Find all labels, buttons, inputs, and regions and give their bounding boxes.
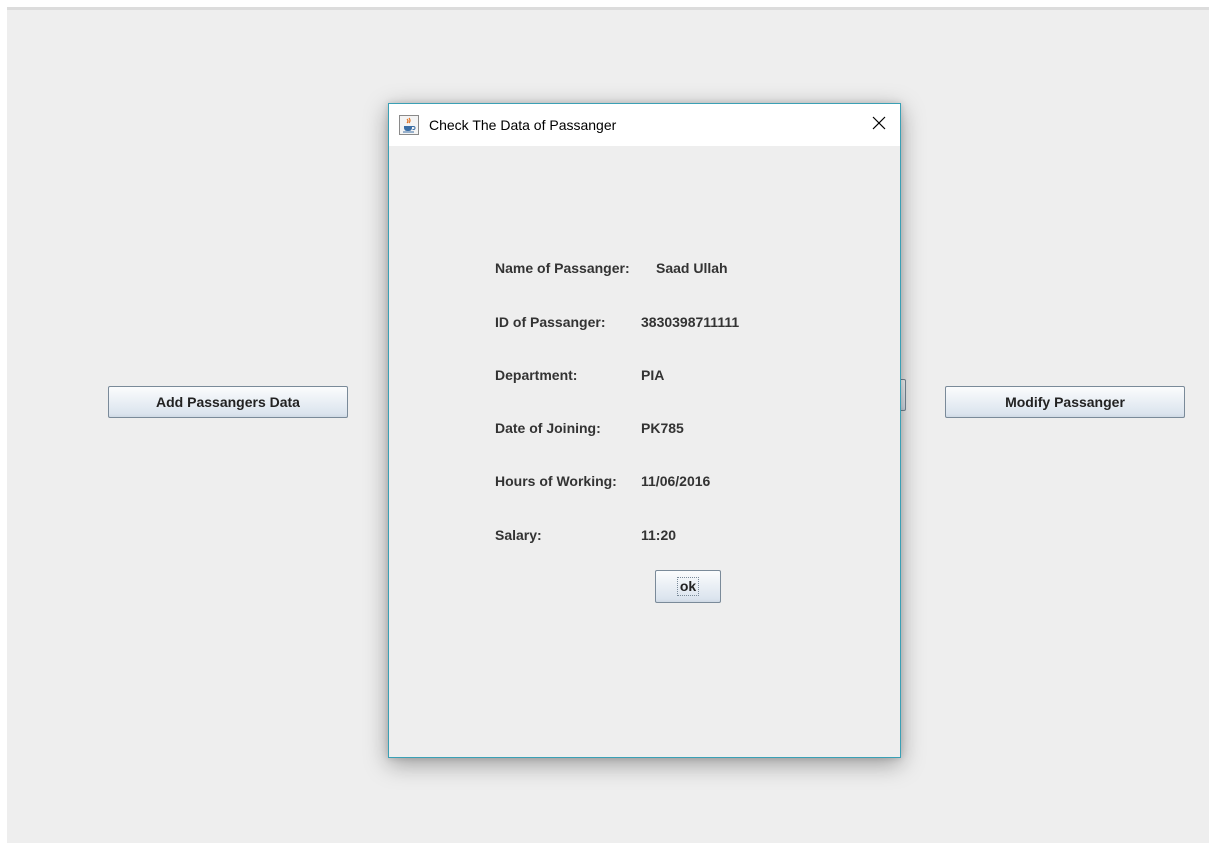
- label-hours-of-working: Hours of Working:: [495, 473, 617, 489]
- label-salary: Salary:: [495, 527, 542, 543]
- label-id: ID of Passanger:: [495, 314, 606, 330]
- dialog-title: Check The Data of Passanger: [429, 117, 617, 133]
- add-passangers-data-button[interactable]: Add Passangers Data: [108, 386, 348, 418]
- label-name: Name of Passanger:: [495, 260, 630, 276]
- close-icon: [872, 116, 886, 135]
- value-salary: 11:20: [641, 527, 677, 543]
- value-date-of-joining: PK785: [641, 420, 684, 436]
- java-cup-icon: [399, 115, 419, 135]
- dialog-titlebar[interactable]: Check The Data of Passanger: [389, 104, 900, 146]
- check-data-dialog: Check The Data of Passanger Name of Pass…: [388, 103, 901, 758]
- label-department: Department:: [495, 367, 578, 383]
- ok-button-label: ok: [676, 577, 700, 596]
- value-hours-of-working: 11/06/2016: [641, 473, 711, 489]
- value-department: PIA: [641, 367, 665, 383]
- close-button[interactable]: [862, 108, 896, 142]
- value-id: 3830398711111: [641, 314, 740, 330]
- modify-passanger-button[interactable]: Modify Passanger: [945, 386, 1185, 418]
- value-name: Saad Ullah: [656, 260, 728, 276]
- ok-button[interactable]: ok: [655, 570, 721, 603]
- label-date-of-joining: Date of Joining:: [495, 420, 601, 436]
